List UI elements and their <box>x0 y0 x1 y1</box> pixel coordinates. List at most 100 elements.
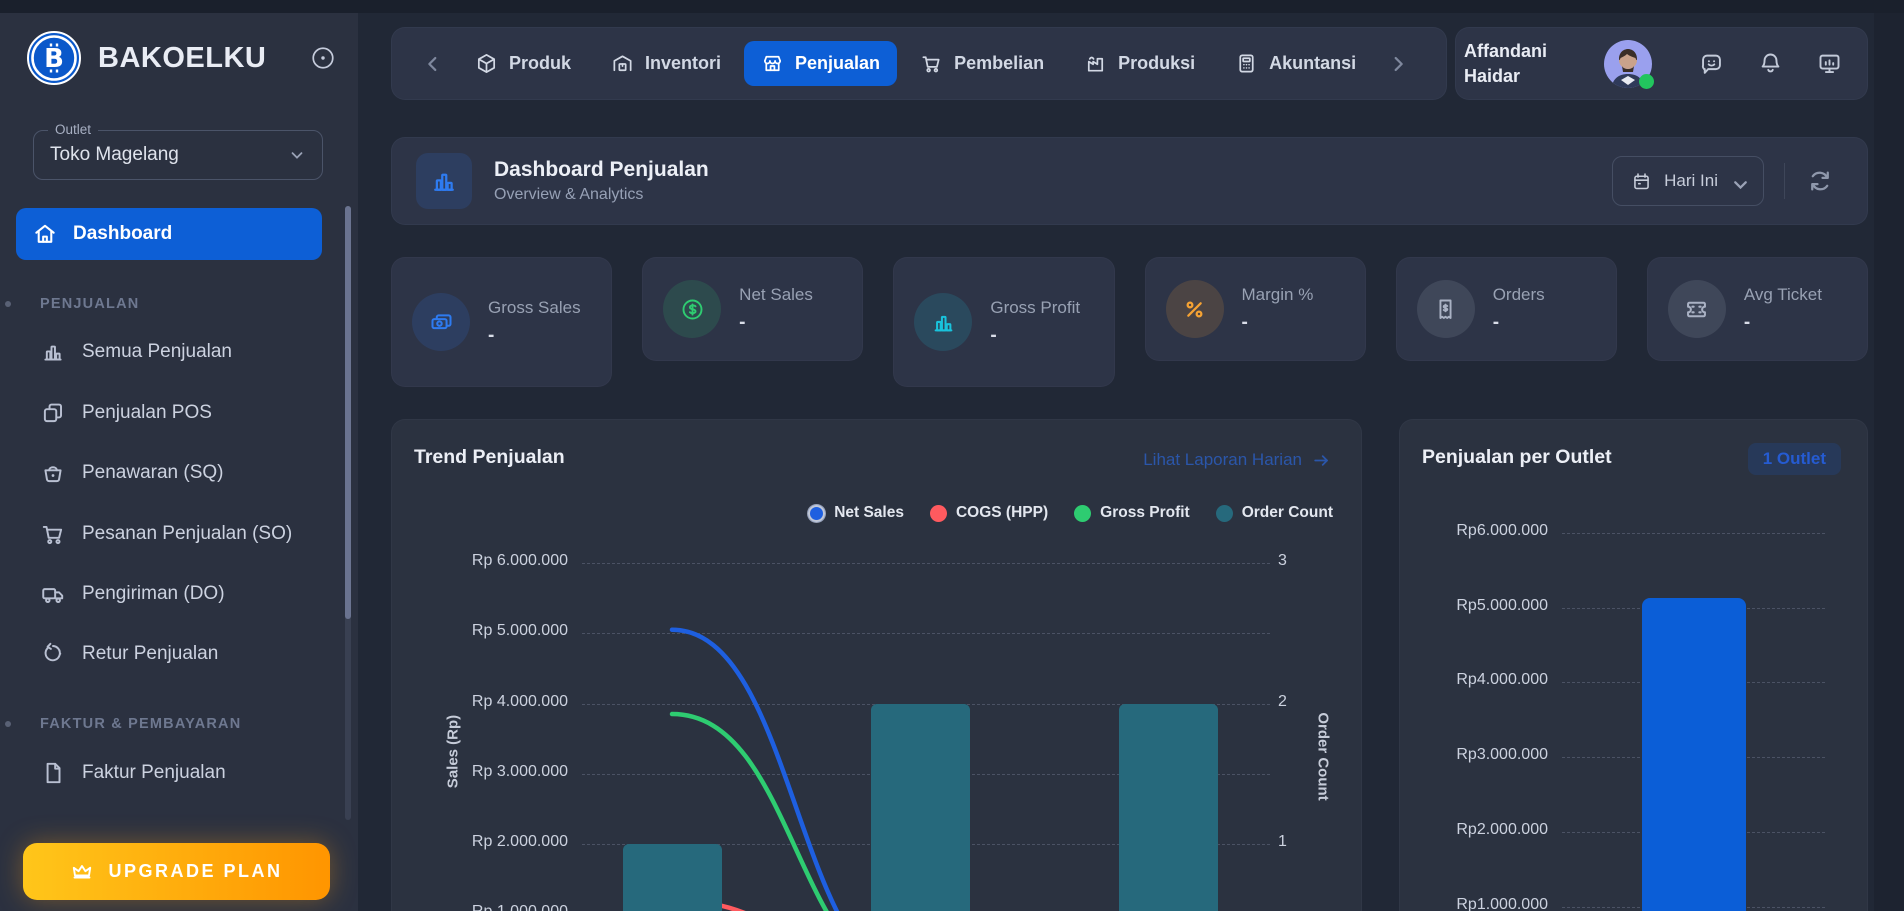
feedback-chat-icon[interactable] <box>1698 50 1725 77</box>
sidebar-item-label: Dashboard <box>73 223 173 244</box>
section-label: FAKTUR & PEMBAYARAN <box>40 716 242 732</box>
tabs-scroll-right-icon[interactable] <box>1387 53 1409 75</box>
kpi-card-net-sales: Net Sales - <box>642 257 864 361</box>
section-faktur-pembayaran: FAKTUR & PEMBAYARAN <box>0 716 330 732</box>
crown-icon <box>70 860 94 884</box>
upgrade-plan-button[interactable]: UPGRADE PLAN <box>23 843 330 900</box>
refresh-icon[interactable] <box>1805 166 1835 196</box>
dashboard-header-card: Dashboard Penjualan Overview & Analytics… <box>391 137 1868 225</box>
outlet-select[interactable]: Outlet Toko Magelang <box>33 122 323 180</box>
page-title: Dashboard Penjualan <box>494 158 709 181</box>
sidebar: B BAKOELKU Outlet Toko Magelang Dashboar… <box>0 0 358 911</box>
section-bullet <box>5 721 11 727</box>
sidebar-item-label: Penawaran (SQ) <box>82 462 224 483</box>
sidebar-item-pesanan-penjualan-so[interactable]: Pesanan Penjualan (SO) <box>24 513 324 555</box>
sidebar-item-penawaran-sq[interactable]: Penawaran (SQ) <box>24 452 324 494</box>
brand-name: BAKOELKU <box>98 41 267 74</box>
date-filter-dropdown[interactable]: Hari Ini <box>1612 156 1764 206</box>
user-avatar[interactable] <box>1604 39 1654 89</box>
outlet-select-label: Outlet <box>48 122 99 137</box>
sidebar-item-retur-penjualan[interactable]: Retur Penjualan <box>24 633 324 675</box>
receipt-icon <box>1416 280 1475 338</box>
brand-row: B BAKOELKU <box>26 30 336 86</box>
home-icon <box>32 221 58 247</box>
outlet-ytick: Rp3.000.000 <box>1456 746 1548 764</box>
tab-label: Penjualan <box>795 53 881 73</box>
sidebar-item-label: Penjualan POS <box>82 402 212 423</box>
kpi-value: - <box>739 311 746 333</box>
outlet-ytick: Rp4.000.000 <box>1456 671 1548 689</box>
chevron-down-icon <box>288 146 306 164</box>
upgrade-plan-label: UPGRADE PLAN <box>108 861 283 881</box>
tab-label: Produk <box>509 53 572 73</box>
svg-text:B: B <box>44 44 64 74</box>
outlet-ytick: Rp1.000.000 <box>1456 895 1548 911</box>
kpi-card-orders: Orders - <box>1395 257 1617 361</box>
kpi-row: Gross Sales - Net Sales - Gross Profit -… <box>391 257 1869 387</box>
sidebar-item-label: Retur Penjualan <box>82 643 219 664</box>
sidebar-item-semua-penjualan[interactable]: Semua Penjualan <box>24 331 324 373</box>
outlet-select-value: Toko Magelang <box>50 144 179 165</box>
sidebar-item-pengiriman-do[interactable]: Pengiriman (DO) <box>24 573 324 615</box>
display-monitor-icon[interactable] <box>1816 50 1843 77</box>
cart-icon <box>920 52 943 75</box>
kpi-value: - <box>488 324 495 346</box>
ticket-icon <box>1667 280 1726 338</box>
kpi-card-gross-profit: Gross Profit - <box>893 257 1115 387</box>
date-filter-value: Hari Ini <box>1664 171 1718 190</box>
tab-penjualan[interactable]: Penjualan <box>744 41 898 86</box>
page-scrollbar-track[interactable] <box>1874 0 1904 911</box>
tab-label: Pembelian <box>954 53 1045 73</box>
dashboard-chart-icon <box>416 153 472 209</box>
storefront-icon <box>761 52 784 75</box>
dollar-circle-icon <box>663 280 722 338</box>
outlet-chart-card: Penjualan per Outlet 1 Outlet Rp6.000.00… <box>1399 419 1868 911</box>
section-penjualan: PENJUALAN <box>0 296 330 312</box>
tab-inventori[interactable]: Inventori <box>594 41 738 86</box>
tab-label: Akuntansi <box>1269 53 1357 73</box>
kpi-value: - <box>1492 311 1500 333</box>
sidebar-item-dashboard[interactable]: Dashboard <box>16 208 322 260</box>
trend-plot-area: Rp 6.000.000 Rp 5.000.000 Rp 4.000.000 Rp 3… <box>392 420 1361 911</box>
tab-produksi[interactable]: Produksi <box>1067 41 1212 86</box>
section-bullet <box>5 301 11 307</box>
kpi-label: Gross Profit <box>990 298 1081 318</box>
calendar-icon <box>1631 171 1652 192</box>
top-icons <box>1698 50 1843 77</box>
outlet-ytick: Rp6.000.000 <box>1456 522 1548 539</box>
tabs-scroll-left-icon[interactable] <box>422 53 444 75</box>
kpi-label: Avg Ticket <box>1743 285 1822 305</box>
brand-coin-logo-icon: B <box>26 30 82 86</box>
column-chart-icon <box>40 339 66 365</box>
kpi-card-avg-ticket: Avg Ticket - <box>1646 257 1869 361</box>
notifications-bell-icon[interactable] <box>1757 50 1784 77</box>
outlet-ytick: Rp2.000.000 <box>1456 820 1548 838</box>
outlet-ytick: Rp5.000.000 <box>1456 596 1548 614</box>
sidebar-item-label: Semua Penjualan <box>82 341 232 362</box>
return-arrow-icon <box>40 641 66 667</box>
trend-order-count-bar <box>622 844 722 911</box>
sidebar-scrollbar-thumb[interactable] <box>345 206 351 619</box>
sidebar-item-penjualan-pos[interactable]: Penjualan POS <box>24 392 324 434</box>
tab-akuntansi[interactable]: Akuntansi <box>1218 41 1373 86</box>
pos-copy-icon <box>40 400 66 426</box>
kpi-card-gross-sales: Gross Sales - <box>391 257 613 387</box>
kpi-label: Orders <box>1492 285 1545 305</box>
cash-icon <box>412 293 470 351</box>
app-window: B BAKOELKU Outlet Toko Magelang Dashboar… <box>0 0 1904 911</box>
calculator-icon <box>1235 52 1258 75</box>
sidebar-collapse-icon[interactable] <box>310 45 336 71</box>
sidebar-item-faktur-penjualan[interactable]: Faktur Penjualan <box>24 752 324 794</box>
cart-icon <box>40 521 66 547</box>
factory-icon <box>1084 52 1107 75</box>
tab-produk[interactable]: Produk <box>458 41 588 86</box>
divider <box>1784 163 1785 199</box>
sidebar-item-label: Faktur Penjualan <box>82 762 226 783</box>
sidebar-item-label: Pengiriman (DO) <box>82 583 225 604</box>
bar-chart-icon <box>914 293 973 351</box>
section-label: PENJUALAN <box>40 296 140 312</box>
tab-pembelian[interactable]: Pembelian <box>903 41 1061 86</box>
kpi-label: Gross Sales <box>488 298 581 318</box>
invoice-file-icon <box>40 760 66 786</box>
trend-chart-card: Trend Penjualan Lihat Laporan Harian Net… <box>391 419 1362 911</box>
